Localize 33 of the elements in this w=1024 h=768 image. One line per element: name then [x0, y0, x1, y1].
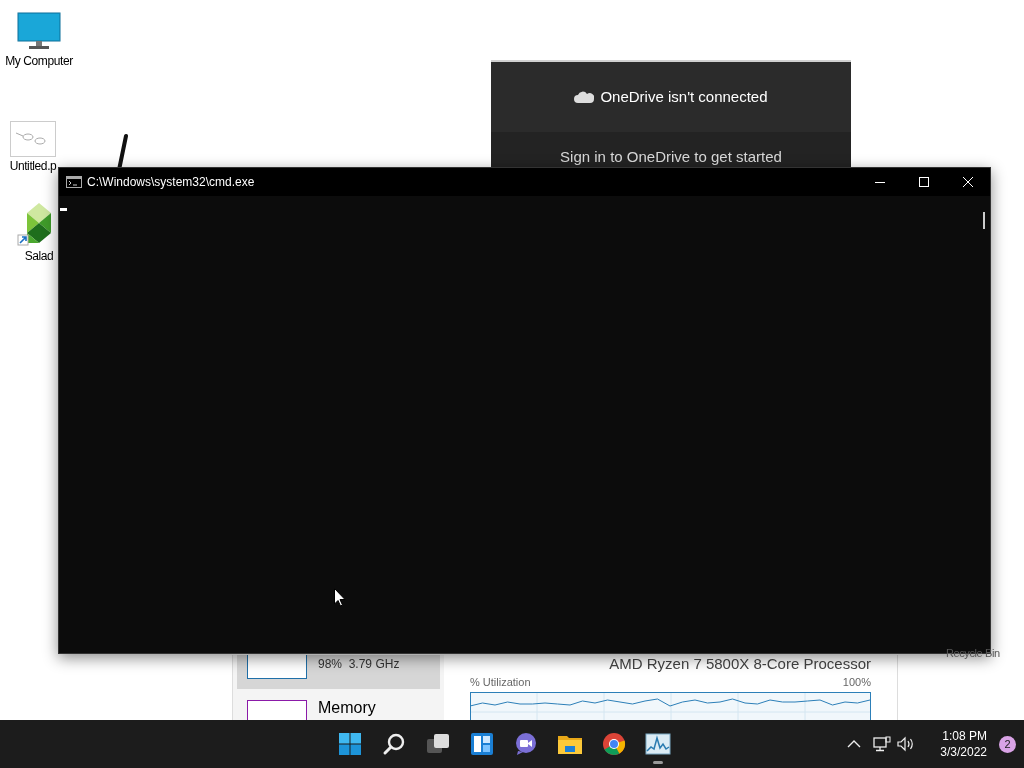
onedrive-message: Sign in to OneDrive to get started: [560, 147, 782, 167]
icon-label: Salad: [24, 249, 54, 263]
icon-label: Untitled.p: [9, 159, 57, 173]
search-icon: [382, 732, 406, 756]
graph-label: % Utilization: [470, 675, 531, 690]
graph-max-label: 100%: [842, 675, 871, 690]
time-text: 1:08 PM: [942, 728, 987, 744]
start-icon: [338, 732, 362, 756]
windows-stack-icon: [426, 732, 450, 756]
window-title: C:\Windows\system32\cmd.exe: [87, 174, 255, 191]
scrollbar-thumb[interactable]: [983, 212, 985, 229]
maximize-icon: [919, 177, 929, 187]
clock[interactable]: 1:08 PM 3/3/2022: [940, 728, 987, 760]
widgets-icon: [470, 732, 494, 756]
text-cursor: [60, 208, 67, 211]
cloud-icon: [574, 91, 595, 103]
item-detail: 98% 3.79 GHz: [318, 657, 400, 671]
date-text: 3/3/2022: [940, 744, 987, 760]
notification-badge[interactable]: 2: [999, 735, 1016, 753]
close-icon: [963, 177, 973, 187]
image-thumbnail-icon: [10, 121, 56, 157]
chart-window-icon: [645, 733, 671, 755]
item-title: Memory: [318, 700, 376, 716]
processor-name: AMD Ryzen 7 5800X 8-Core Processor: [609, 655, 871, 673]
monitor-icon: [17, 12, 61, 52]
console-icon: [66, 176, 82, 188]
video-chat-icon: [514, 732, 538, 756]
icon-label: My Computer: [5, 54, 73, 68]
onedrive-title: OneDrive isn't connected: [600, 86, 768, 107]
browser-icon: [602, 732, 626, 756]
performance-item[interactable]: 98% 3.79 GHz: [237, 655, 440, 689]
pointer-icon: [334, 588, 346, 607]
performance-item[interactable]: Memory: [237, 694, 440, 720]
